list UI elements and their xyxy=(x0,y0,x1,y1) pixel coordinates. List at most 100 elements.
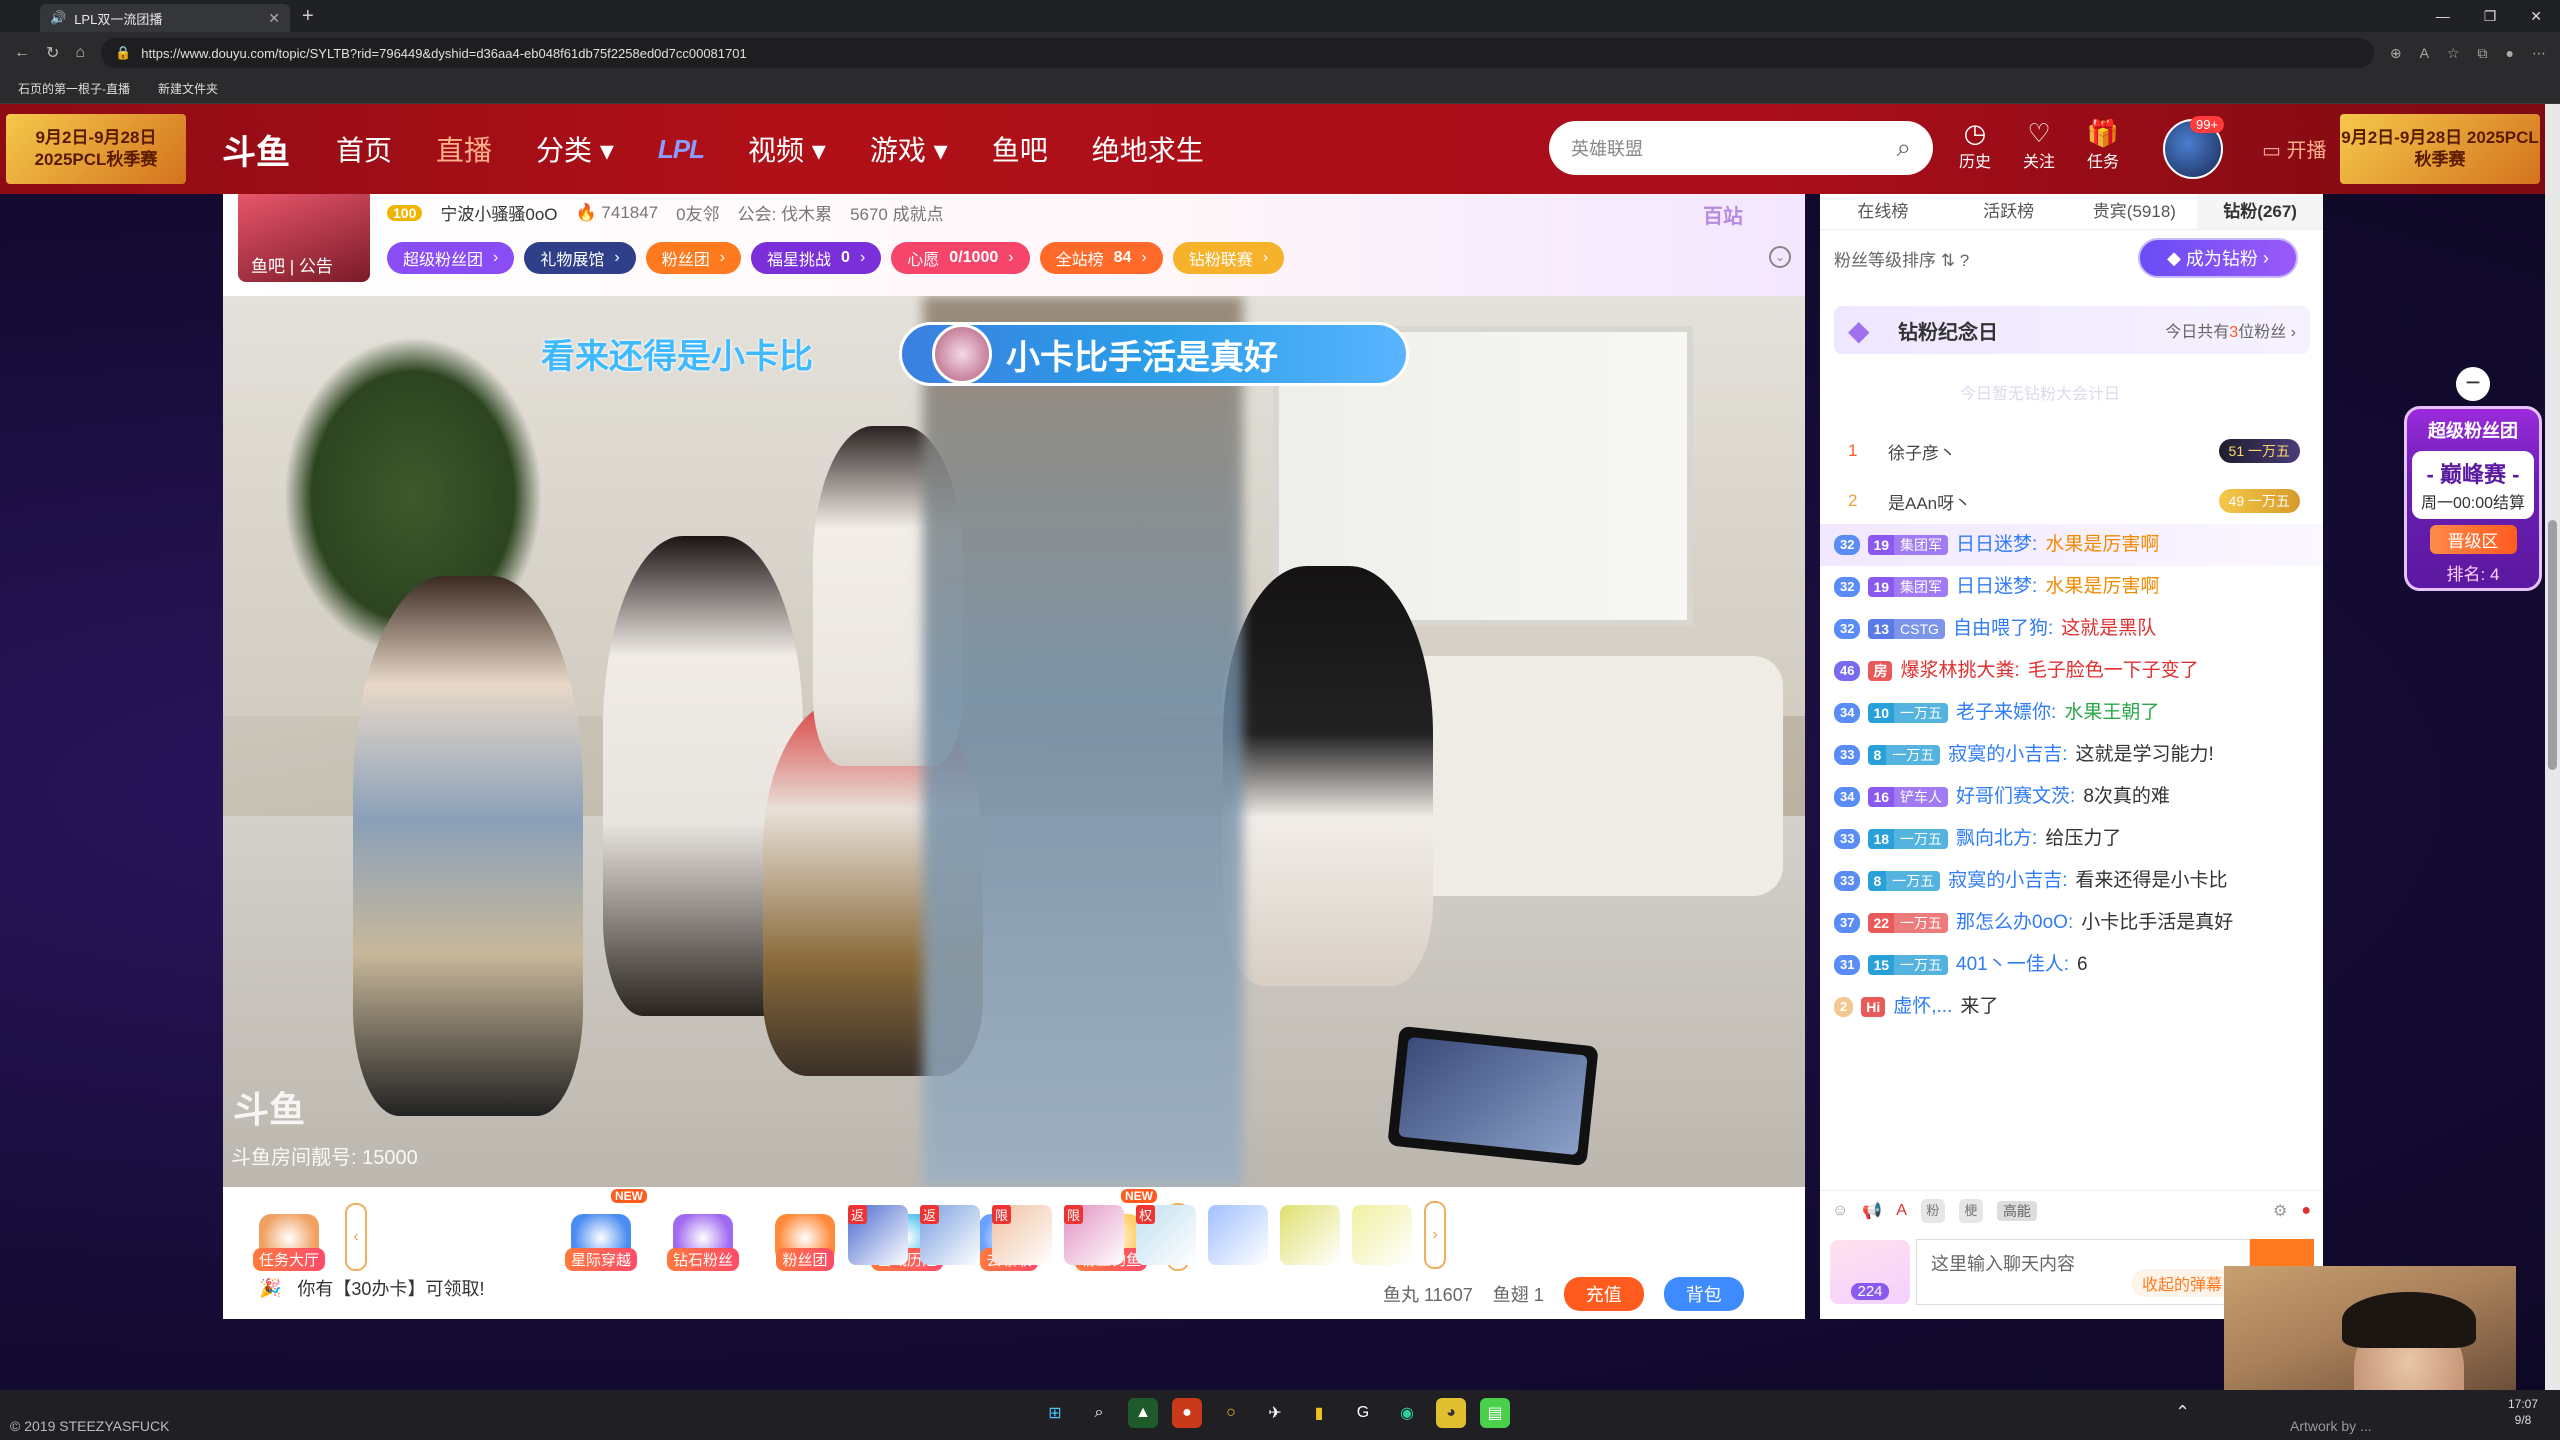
fan-badge-button[interactable]: 224 xyxy=(1830,1240,1910,1304)
super-fan-widget[interactable]: 超级粉丝团 - 巅峰赛 - 周一00:00结算 晋级区 排名: 4 xyxy=(2404,406,2542,591)
bookmark-folder[interactable]: 新建文件夹 xyxy=(158,80,218,97)
anchor-name[interactable]: 宁波小骚骚0oO xyxy=(440,200,557,225)
app-icon[interactable]: ▮ xyxy=(1304,1398,1334,1428)
emoji-icon[interactable]: ☺ xyxy=(1832,1202,1848,1220)
rank-row[interactable]: 2 是AAn呀丶 49 一万五 xyxy=(1834,476,2310,526)
home-icon[interactable]: ⌂ xyxy=(75,44,85,62)
become-diamond-button[interactable]: ◆ 成为钻粉 › xyxy=(2138,238,2298,278)
open-live-button[interactable]: ▭ 开播 xyxy=(2262,134,2326,163)
collapse-widget-icon[interactable]: − xyxy=(2456,367,2490,401)
nav-video[interactable]: 视频 ▾ xyxy=(748,129,826,169)
bag-button[interactable]: 背包 xyxy=(1663,1277,1744,1311)
chat-message[interactable]: 32 13 CSTG 自由喂了狗: 这就是黑队 xyxy=(1820,608,2323,650)
chat-message[interactable]: 37 22 一万五 那怎么办0oO: 小卡比手活是真好 xyxy=(1820,902,2323,944)
fan-tag[interactable]: 房 xyxy=(1868,661,1893,681)
chat-user-name[interactable]: 爆浆林挑大粪: xyxy=(1900,656,2019,686)
nav-game[interactable]: 游戏 ▾ xyxy=(870,129,948,169)
room-pill[interactable]: 全站榜 84 › xyxy=(1039,242,1163,274)
chat-message[interactable]: 32 19 集团军 日日迷梦: 水果是厉害啊 xyxy=(1820,566,2323,608)
fan-tool[interactable]: 粉 xyxy=(1920,1198,1945,1223)
gift-item[interactable] xyxy=(1352,1205,1412,1265)
chat-message[interactable]: 33 8 一万五 寂寞的小吉吉: 这就是学习能力! xyxy=(1820,734,2323,776)
gift-item[interactable]: 返 xyxy=(848,1205,908,1265)
activity-entry[interactable]: 钻石粉丝 xyxy=(657,1195,749,1271)
chat-message[interactable]: 46 房爆浆林挑大粪: 毛子脸色一下子变了 xyxy=(1820,650,2323,692)
close-window-icon[interactable]: ✕ xyxy=(2530,8,2542,25)
fan-tag[interactable]: 22 一万五 xyxy=(1868,913,1949,933)
chat-message[interactable]: 31 15 一万五 401丶一佳人: 6 xyxy=(1820,944,2323,986)
guild-name[interactable]: 公会: 伐木累 xyxy=(738,200,832,225)
douyu-logo[interactable]: 斗鱼 xyxy=(196,119,316,179)
read-aloud-icon[interactable]: A xyxy=(2420,45,2429,62)
gift-item[interactable]: 返 xyxy=(920,1205,980,1265)
font-icon[interactable]: A xyxy=(1896,1202,1907,1220)
fan-tag[interactable]: 18 一万五 xyxy=(1868,829,1949,849)
nav-pubg[interactable]: 绝地求生 xyxy=(1092,129,1204,169)
activity-entry[interactable]: 粉丝团 xyxy=(759,1195,851,1271)
browser-tab[interactable]: 🔊 LPL双一流团播 ✕ xyxy=(40,4,290,32)
new-tab-icon[interactable]: + xyxy=(302,5,314,28)
app-icon[interactable]: ● xyxy=(1172,1398,1202,1428)
collapse-danmu[interactable]: 收起的弹幕 xyxy=(2132,1269,2233,1297)
chat-user-name[interactable]: 虚怀,... xyxy=(1893,992,1952,1022)
chat-user-name[interactable]: 寂寞的小吉吉: xyxy=(1948,740,2067,770)
extensions-icon[interactable]: ⧉ xyxy=(2478,45,2488,62)
chat-message[interactable]: 34 16 铲车人 好哥们赛文茨: 8次真的难 xyxy=(1820,776,2323,818)
nav-live[interactable]: 直播 xyxy=(436,129,492,169)
promotion-zone-button[interactable]: 晋级区 xyxy=(2429,525,2517,554)
url-field[interactable]: 🔒 https://www.douyu.com/topic/SYLTB?rid=… xyxy=(101,38,2374,68)
chat-user-name[interactable]: 日日迷梦: xyxy=(1956,572,2037,602)
favorite-star-icon[interactable]: ☆ xyxy=(2447,45,2460,62)
chat-list[interactable]: 32 19 集团军 日日迷梦: 水果是厉害啊 32 19 集团军 日日迷梦: 水果是厉害啊 32 13… xyxy=(1820,524,2323,1190)
chat-user-name[interactable]: 401丶一佳人: xyxy=(1956,950,2069,980)
chat-user-name[interactable]: 那怎么办0oO: xyxy=(1956,908,2073,938)
room-pill[interactable]: 心愿 0/1000 › xyxy=(891,242,1030,274)
fan-tag[interactable]: 13 CSTG xyxy=(1868,619,1945,639)
fan-tag[interactable]: 10 一万五 xyxy=(1868,703,1949,723)
chat-user-name[interactable]: 老子来嫖你: xyxy=(1956,698,2056,728)
gift-item[interactable]: 限 xyxy=(992,1205,1052,1265)
fan-tag[interactable]: 8 一万五 xyxy=(1868,871,1941,891)
minimize-icon[interactable]: — xyxy=(2436,8,2450,25)
tab-close-icon[interactable]: ✕ xyxy=(268,10,280,27)
search-taskbar-icon[interactable]: ⌕ xyxy=(1084,1398,1114,1428)
edge-icon[interactable]: ◉ xyxy=(1392,1398,1422,1428)
achievement-points[interactable]: 5670 成就点 xyxy=(850,200,944,225)
fan-tag[interactable]: 16 铲车人 xyxy=(1868,787,1949,807)
app-icon[interactable]: ▤ xyxy=(1480,1398,1510,1428)
chat-user-name[interactable]: 日日迷梦: xyxy=(1956,530,2037,560)
chat-message[interactable]: 2 Hi 虚怀,... 来了 xyxy=(1820,986,2323,1028)
app-icon[interactable]: ◕ xyxy=(1436,1398,1466,1428)
pcl-banner-left[interactable]: 9月2日-9月28日 2025PCL秋季赛 xyxy=(6,114,186,184)
chat-message[interactable]: 34 10 一万五 老子来嫖你: 水果王朝了 xyxy=(1820,692,2323,734)
back-icon[interactable]: ← xyxy=(14,44,30,62)
follow-button[interactable]: ♡ 关注 xyxy=(2019,118,2059,172)
profile-icon[interactable]: ● xyxy=(2506,45,2514,62)
pcl-banner-right[interactable]: 9月2日-9月28日 2025PCL秋季赛 xyxy=(2340,114,2540,184)
room-pill[interactable]: 礼物展馆 › xyxy=(524,242,636,274)
zoom-icon[interactable]: ⊕ xyxy=(2390,45,2402,62)
app-icon[interactable]: ▲ xyxy=(1128,1398,1158,1428)
meme-tool[interactable]: 梗 xyxy=(1958,1198,1983,1223)
claim-notice[interactable]: 🎉 你有【30办卡】可领取! xyxy=(259,1275,484,1301)
tab-vip[interactable]: 贵宾(5918) xyxy=(2072,194,2198,229)
scroll-left-button[interactable]: ‹ xyxy=(345,1203,367,1271)
nav-fishbar[interactable]: 鱼吧 xyxy=(992,129,1048,169)
fan-tag[interactable]: 15 一万五 xyxy=(1868,955,1949,975)
history-button[interactable]: ◷ 历史 xyxy=(1955,118,1995,172)
gift-scroll-button[interactable]: › xyxy=(1424,1201,1446,1269)
room-pill[interactable]: 福星挑战 0 › xyxy=(751,242,882,274)
chat-user-name[interactable]: 自由喂了狗: xyxy=(1953,614,2053,644)
more-icon[interactable]: ⋯ xyxy=(2532,45,2546,62)
app-icon[interactable]: ○ xyxy=(1216,1398,1246,1428)
nav-category[interactable]: 分类 ▾ xyxy=(536,129,614,169)
app-icon[interactable]: ✈ xyxy=(1260,1398,1290,1428)
activity-entry[interactable]: 任务大厅 xyxy=(243,1195,335,1271)
room-pill[interactable]: 钻粉联赛 › xyxy=(1172,242,1285,274)
fan-tag[interactable]: Hi xyxy=(1861,997,1886,1017)
fan-tag[interactable]: 19 集团军 xyxy=(1868,577,1949,597)
clock[interactable]: 17:07 9/8 xyxy=(2508,1396,2538,1428)
chat-message[interactable]: 32 19 集团军 日日迷梦: 水果是厉害啊 xyxy=(1820,524,2323,566)
gift-item[interactable]: 限 xyxy=(1064,1205,1124,1265)
fan-tag[interactable]: 19 集团军 xyxy=(1868,535,1949,555)
